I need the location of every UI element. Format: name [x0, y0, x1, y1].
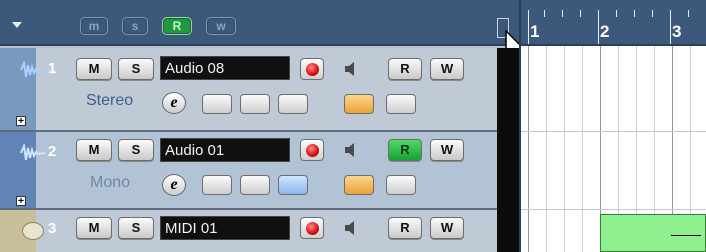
ruler-bar-line	[598, 10, 599, 44]
grid-line	[582, 46, 583, 252]
level-meter	[497, 48, 519, 132]
eq-bypass-icon[interactable]	[240, 175, 270, 195]
track-row[interactable]: 1 + M S Audio 08 R W Stereo e	[0, 48, 500, 132]
ruler-number: 3	[672, 22, 682, 41]
track-number: 3	[48, 220, 57, 237]
expand-track-button[interactable]: +	[16, 116, 26, 127]
audio-waveform-icon	[20, 61, 46, 78]
track-divider	[520, 209, 706, 210]
splitter[interactable]	[519, 0, 521, 252]
monitor-speaker-icon[interactable]	[342, 60, 360, 78]
ruler-tick	[544, 10, 545, 17]
musical-time-base-icon[interactable]	[344, 94, 374, 114]
insert-bypass-icon[interactable]	[202, 94, 232, 114]
expand-track-button[interactable]: +	[16, 196, 26, 207]
level-meter	[497, 132, 519, 210]
eq-bypass-icon[interactable]	[240, 94, 270, 114]
track-divider	[520, 131, 706, 132]
channel-config-label: Mono	[90, 174, 131, 191]
global-mute-button[interactable]: m	[80, 17, 108, 35]
ruler-tick	[634, 10, 635, 17]
record-dot-icon	[306, 144, 319, 157]
edit-channel-settings-button[interactable]: e	[162, 92, 186, 114]
track-name-field[interactable]: MIDI 01	[160, 216, 290, 240]
grid-bar-line	[528, 46, 529, 252]
track-name-field[interactable]: Audio 08	[160, 56, 290, 80]
mute-button[interactable]: M	[76, 58, 112, 80]
read-automation-button[interactable]: R	[388, 58, 422, 80]
mute-button[interactable]: M	[76, 139, 112, 161]
write-automation-button[interactable]: W	[430, 217, 464, 239]
global-solo-button[interactable]: s	[122, 17, 148, 35]
midi-part[interactable]	[600, 214, 706, 252]
sends-bypass-icon[interactable]	[278, 175, 308, 195]
track-list-header: m s R w	[0, 0, 527, 66]
monitor-speaker-icon[interactable]	[342, 141, 360, 159]
track-row[interactable]: 2 + M S Audio 01 R W Mono e	[0, 132, 500, 210]
track-number: 2	[48, 143, 57, 160]
global-write-button[interactable]: w	[206, 17, 236, 35]
channel-config-label: Stereo	[86, 92, 134, 109]
track-list-menu-icon[interactable]	[12, 22, 22, 28]
grid-line	[546, 46, 547, 252]
edit-channel-settings-button[interactable]: e	[162, 174, 186, 196]
audio-waveform-icon	[20, 144, 46, 161]
track-name-field[interactable]: Audio 01	[160, 138, 290, 162]
ruler-number: 2	[600, 22, 610, 41]
lock-icon[interactable]	[386, 94, 416, 114]
record-dot-icon	[306, 63, 319, 76]
record-dot-icon	[306, 222, 319, 235]
record-enable-button[interactable]	[300, 217, 324, 239]
ruler-tick	[562, 10, 563, 17]
midi-note	[671, 235, 701, 236]
mute-button[interactable]: M	[76, 217, 112, 239]
ruler-tick	[580, 10, 581, 17]
record-enable-button[interactable]	[300, 139, 324, 161]
midi-port-icon	[22, 222, 44, 240]
insert-bypass-icon[interactable]	[202, 175, 232, 195]
ruler-number: 1	[530, 22, 540, 41]
solo-button[interactable]: S	[118, 58, 154, 80]
sends-bypass-icon[interactable]	[278, 94, 308, 114]
record-enable-button[interactable]	[300, 58, 324, 80]
read-automation-button[interactable]: R	[388, 217, 422, 239]
track-number: 1	[48, 60, 57, 77]
level-meter	[497, 210, 519, 252]
ruler-tick	[688, 10, 689, 17]
write-automation-button[interactable]: W	[430, 139, 464, 161]
grid-line	[564, 46, 565, 252]
ruler-tick	[652, 10, 653, 17]
musical-time-base-icon[interactable]	[344, 175, 374, 195]
write-automation-button[interactable]: W	[430, 58, 464, 80]
ruler-bar-line	[528, 10, 529, 44]
monitor-speaker-icon[interactable]	[342, 219, 360, 237]
global-read-button[interactable]: R	[162, 17, 192, 35]
solo-button[interactable]: S	[118, 217, 154, 239]
ruler[interactable]: 1 2 3	[520, 0, 706, 46]
lock-icon[interactable]	[386, 175, 416, 195]
ruler-tick	[616, 10, 617, 17]
track-row[interactable]: 3 M S MIDI 01 R W	[0, 210, 500, 252]
ruler-bar-line	[670, 10, 671, 44]
solo-button[interactable]: S	[118, 139, 154, 161]
read-automation-button[interactable]: R	[388, 139, 422, 161]
